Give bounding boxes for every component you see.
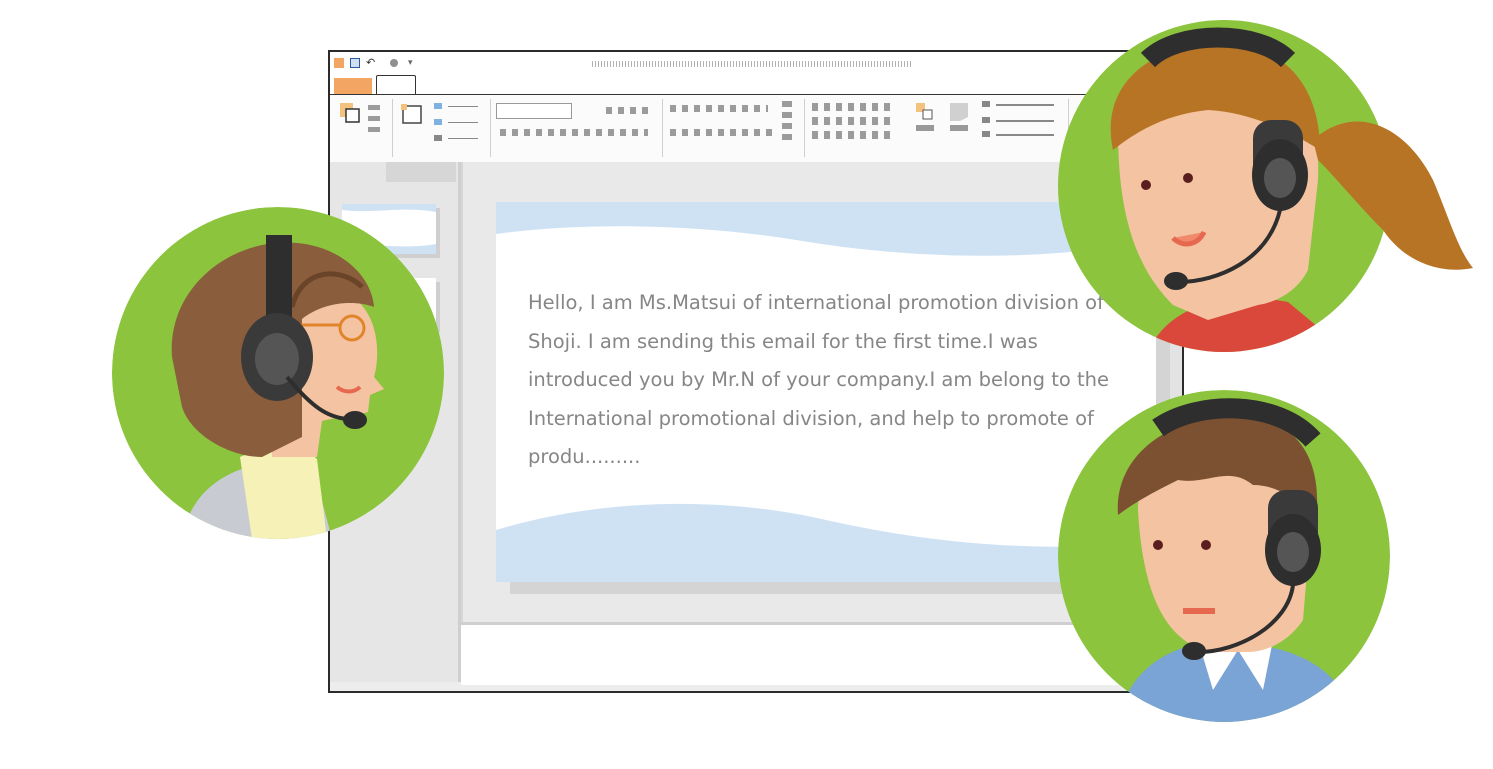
- slide-canvas[interactable]: Hello, I am Ms.Matsui of international p…: [496, 202, 1156, 582]
- slide-body-text[interactable]: Hello, I am Ms.Matsui of international p…: [528, 284, 1138, 477]
- new-slide-icon[interactable]: [400, 103, 424, 127]
- tab-home[interactable]: [376, 75, 416, 96]
- title-bar: ↶ ▾: [330, 52, 1182, 79]
- ribbon-tabs: [330, 75, 1182, 96]
- clipboard-tools[interactable]: [368, 105, 380, 135]
- thumbnail-pane-header: [386, 162, 456, 182]
- ribbon-toolbar: [330, 94, 1182, 164]
- shape-gallery[interactable]: [812, 103, 892, 111]
- shape-gallery-row3[interactable]: [812, 131, 892, 139]
- paste-icon[interactable]: [338, 101, 362, 125]
- customize-icon[interactable]: [390, 59, 398, 67]
- list-tools[interactable]: [670, 105, 768, 112]
- save-icon[interactable]: [350, 58, 360, 68]
- tab-file[interactable]: [334, 78, 372, 94]
- operator-avatar-ponytail: [1058, 20, 1473, 352]
- shape-gallery-row2[interactable]: [812, 117, 892, 125]
- window-title: [592, 61, 912, 67]
- font-style-tools[interactable]: [500, 129, 648, 136]
- operator-avatar-man: [1058, 390, 1390, 722]
- align-tools[interactable]: [670, 129, 774, 136]
- arrange-icon[interactable]: [914, 101, 940, 135]
- quick-styles-icon[interactable]: [948, 101, 974, 135]
- undo-icon[interactable]: ↶: [366, 57, 376, 68]
- font-name-box[interactable]: [496, 103, 572, 119]
- font-size-tools[interactable]: [606, 107, 654, 114]
- presentation-window: ↶ ▾ Hello, I am Ms.Matsui of internation…: [328, 50, 1184, 693]
- layout-tools[interactable]: [434, 103, 480, 143]
- dropdown-icon[interactable]: ▾: [408, 58, 418, 68]
- operator-avatar-glasses: [112, 207, 444, 539]
- notes-pane[interactable]: [461, 622, 1182, 685]
- shape-fill-tools[interactable]: [982, 101, 1062, 141]
- app-icon: [334, 58, 344, 68]
- text-direction-tools[interactable]: [782, 101, 792, 145]
